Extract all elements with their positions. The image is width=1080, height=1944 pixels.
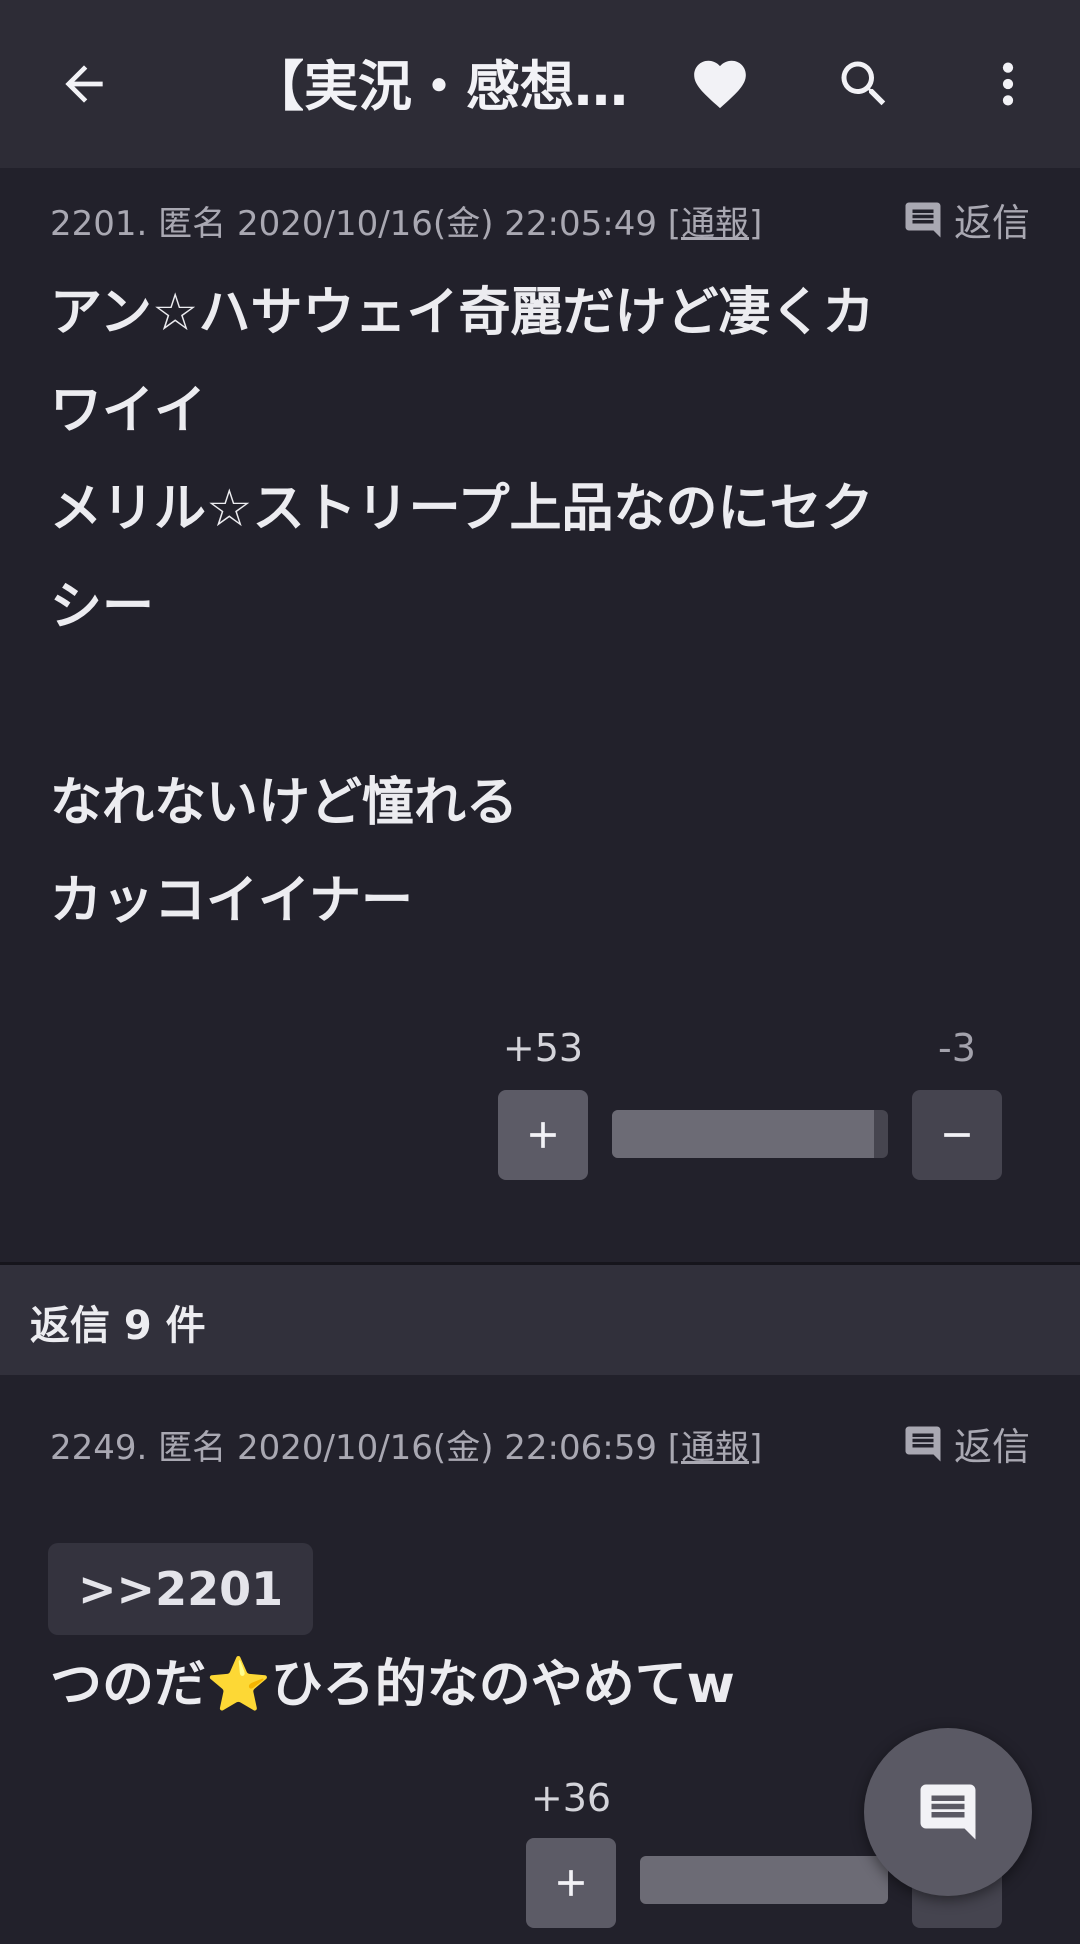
- downvote-count: -3: [938, 1026, 976, 1070]
- vote-ratio-bar: [612, 1110, 888, 1158]
- replies-count-label: 返信 9 件: [30, 1303, 206, 1349]
- replies-section-header: 返信 9 件: [0, 1262, 1080, 1375]
- plus-icon: [558, 1870, 584, 1896]
- downvote-button[interactable]: [912, 1090, 1002, 1180]
- compose-comment-fab[interactable]: [864, 1728, 1032, 1896]
- reply-button[interactable]: 返信: [902, 192, 1030, 247]
- vote-ratio-fill: [640, 1856, 888, 1904]
- post-datetime: 2020/10/16(金) 22:06:59: [236, 1428, 657, 1468]
- vote-ratio-bar: [640, 1856, 888, 1904]
- report-link[interactable]: [通報]: [668, 204, 763, 244]
- post-2201: 2201. 匿名 2020/10/16(金) 22:05:49 [通報] 返信 …: [0, 168, 1080, 1262]
- post-body: つのだ⭐ひろ的なのやめてw: [50, 1655, 735, 1715]
- upvote-button[interactable]: [498, 1090, 588, 1180]
- post-author: 匿名: [158, 204, 227, 244]
- vote-ratio-fill: [612, 1110, 875, 1158]
- search-icon: [841, 61, 886, 106]
- comment-icon: [905, 202, 941, 237]
- post-number: 2201.: [50, 204, 148, 244]
- page-title: 【実況・感想…: [250, 55, 628, 118]
- comment-icon: [920, 1784, 976, 1840]
- favorite-button[interactable]: [680, 44, 760, 124]
- comment-icon: [905, 1426, 941, 1461]
- report-link[interactable]: [通報]: [668, 1428, 763, 1468]
- app-bar: 【実況・感想…: [0, 0, 1080, 168]
- quote-anchor-link[interactable]: >>2201: [48, 1543, 314, 1635]
- more-options-button[interactable]: [968, 44, 1048, 124]
- minus-icon: [944, 1133, 970, 1137]
- heart-icon: [694, 60, 746, 109]
- upvote-button[interactable]: [526, 1838, 616, 1928]
- plus-icon: [530, 1122, 556, 1148]
- reply-button[interactable]: 返信: [902, 1416, 1030, 1471]
- arrow-left-icon: [65, 65, 103, 103]
- upvote-count: +53: [502, 1026, 584, 1070]
- post-body: アン☆ハサウェイ奇麗だけど凄くカ ワイイ メリル☆ストリープ上品なのにセク シー…: [50, 283, 875, 931]
- upvote-count: +36: [530, 1776, 612, 1820]
- reply-label: 返信: [953, 201, 1030, 245]
- post-datetime: 2020/10/16(金) 22:05:49: [236, 204, 657, 244]
- post-author: 匿名: [158, 1428, 227, 1468]
- reply-label: 返信: [953, 1425, 1030, 1469]
- more-vert-icon: [1002, 62, 1014, 106]
- post-number: 2249.: [50, 1428, 148, 1468]
- back-button[interactable]: [44, 44, 124, 124]
- post-meta: 2249. 匿名 2020/10/16(金) 22:06:59 [通報]: [50, 1420, 762, 1469]
- search-button[interactable]: [824, 44, 904, 124]
- post-meta: 2201. 匿名 2020/10/16(金) 22:05:49 [通報]: [50, 196, 762, 245]
